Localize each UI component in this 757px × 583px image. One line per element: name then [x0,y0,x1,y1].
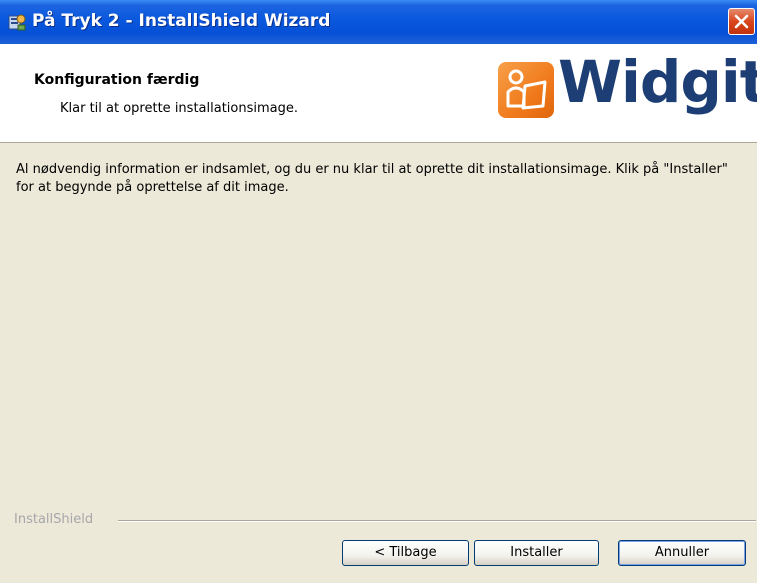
widgit-logo-mark [498,62,554,118]
install-button[interactable]: Installer [474,540,599,566]
page-title: Konfiguration færdig [34,72,200,88]
installshield-wizard-window: På Tryk 2 - InstallShield Wizard Konfigu… [0,0,757,583]
installshield-brand: InstallShield [14,512,98,527]
widgit-logo: Widgit [498,48,757,130]
page-subtitle: Klar til at oprette installationsimage. [60,101,298,116]
footer-divider [118,520,756,522]
wizard-header: Konfiguration færdig Klar til at oprette… [0,44,757,143]
cancel-button[interactable]: Annuller [618,540,746,566]
ready-description: Al nødvendig information er indsamlet, o… [16,162,728,195]
window-title: På Tryk 2 - InstallShield Wizard [32,11,331,31]
widgit-logo-text: Widgit [558,48,757,116]
reading-figure-icon [506,69,547,110]
back-button[interactable]: < Tilbage [342,540,469,566]
close-icon [734,14,749,29]
title-bar[interactable]: På Tryk 2 - InstallShield Wizard [0,0,757,44]
installer-icon [8,14,26,31]
close-button[interactable] [728,8,755,35]
